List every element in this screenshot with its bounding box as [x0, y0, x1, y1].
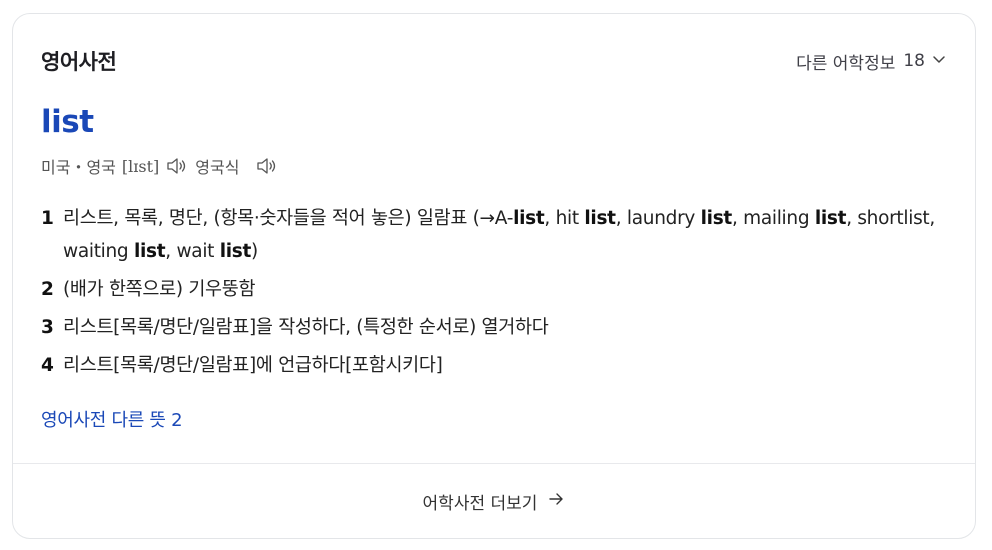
- other-language-info-label: 다른 어학정보: [796, 53, 896, 74]
- speaker-icon[interactable]: [255, 155, 279, 177]
- pronunciation-region-uk: 영국식: [195, 158, 240, 177]
- definition-number: 2: [41, 279, 54, 300]
- definition-fragment: ): [251, 241, 258, 262]
- definition-fragment: 리스트, 목록, 명단, (항목·숫자들을 적어 놓은) 일람표 (→A-: [63, 208, 514, 229]
- more-dictionary-label: 어학사전 더보기: [422, 494, 538, 514]
- definition-keyword: list: [814, 208, 847, 229]
- pronunciation-ipa: [lɪst]: [121, 156, 160, 176]
- arrow-right-icon: [547, 490, 565, 513]
- other-language-info-dropdown[interactable]: 다른 어학정보 18: [796, 49, 947, 74]
- definition-text: 리스트[목록/명단/일람표]에 언급하다[포함시키다]: [63, 349, 945, 382]
- dictionary-card: 영어사전 다른 어학정보 18 list 미국・영국 [lɪst] 영국식 1 …: [12, 13, 976, 539]
- definition-number: 3: [41, 317, 54, 338]
- pronunciation-row: 미국・영국 [lɪst] 영국식: [41, 154, 279, 178]
- definition-fragment: , wait: [165, 241, 220, 262]
- definition-keyword: list: [513, 208, 545, 229]
- speaker-icon[interactable]: [165, 155, 189, 177]
- more-dictionary-button[interactable]: 어학사전 더보기: [13, 464, 975, 539]
- definition-text: (배가 한쪽으로) 기우뚱함: [63, 273, 945, 306]
- card-title: 영어사전: [41, 50, 117, 74]
- card-header: 영어사전 다른 어학정보 18: [41, 44, 947, 78]
- definition-list: 1 리스트, 목록, 명단, (항목·숫자들을 적어 놓은) 일람표 (→A-li…: [41, 202, 945, 387]
- definition-fragment: , mailing: [731, 208, 815, 229]
- definition-keyword: list: [584, 208, 616, 229]
- other-meanings-link[interactable]: 영어사전 다른 뜻 2: [41, 406, 183, 432]
- pronunciation-region-us-uk: 미국・영국: [41, 158, 116, 177]
- headword-link[interactable]: list: [41, 104, 94, 140]
- definition-keyword: list: [133, 241, 166, 262]
- definition-keyword: list: [219, 241, 252, 262]
- definition-fragment: , hit: [544, 208, 585, 229]
- definition-fragment: 리스트[목록/명단/일람표]에 언급하다[포함시키다]: [63, 355, 443, 376]
- chevron-down-icon: [929, 51, 947, 72]
- definition-item: 3 리스트[목록/명단/일람표]을 작성하다, (특정한 순서로) 열거하다: [41, 311, 945, 344]
- definition-keyword: list: [700, 208, 733, 229]
- definition-text: 리스트[목록/명단/일람표]을 작성하다, (특정한 순서로) 열거하다: [63, 311, 945, 344]
- definition-fragment: (배가 한쪽으로) 기우뚱함: [63, 279, 256, 300]
- definition-number: 4: [41, 355, 54, 376]
- definition-item: 2 (배가 한쪽으로) 기우뚱함: [41, 273, 945, 306]
- definition-item: 1 리스트, 목록, 명단, (항목·숫자들을 적어 놓은) 일람표 (→A-li…: [41, 202, 945, 268]
- definition-fragment: , laundry: [615, 208, 701, 229]
- other-language-info-count: 18: [903, 51, 925, 71]
- definition-fragment: 리스트[목록/명단/일람표]을 작성하다, (특정한 순서로) 열거하다: [63, 317, 549, 338]
- definition-text: 리스트, 목록, 명단, (항목·숫자들을 적어 놓은) 일람표 (→A-lis…: [63, 202, 945, 268]
- definition-item: 4 리스트[목록/명단/일람표]에 언급하다[포함시키다]: [41, 349, 945, 382]
- definition-number: 1: [41, 208, 54, 229]
